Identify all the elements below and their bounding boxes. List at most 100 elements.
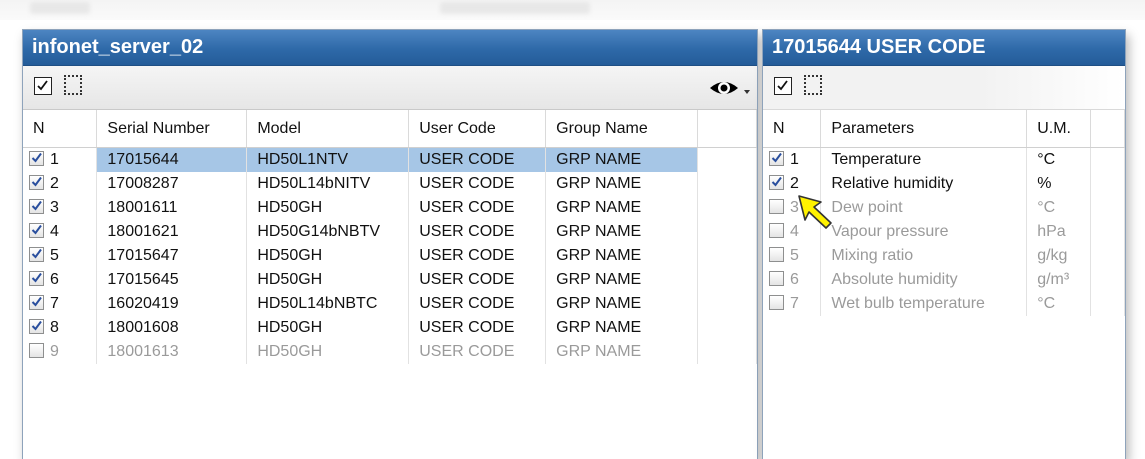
row-checkbox[interactable]: [769, 151, 784, 166]
column-header[interactable]: Serial Number: [96, 110, 248, 148]
unit-cell: %: [1026, 172, 1092, 196]
row-number: 6: [50, 271, 59, 288]
unit-cell-text: %: [1037, 175, 1052, 192]
column-header[interactable]: Group Name: [545, 110, 699, 148]
table-row[interactable]: 6 17015645 HD50GH USER CODE GRP NAME: [23, 268, 757, 292]
row-number: 2: [790, 175, 799, 192]
group-name-cell: GRP NAME: [545, 196, 699, 220]
row-number-cell: 5: [23, 244, 98, 268]
row-checkbox[interactable]: [29, 151, 44, 166]
parameter-cell-text: Absolute humidity: [831, 271, 958, 288]
unit-cell-text: °C: [1037, 295, 1056, 312]
row-number: 6: [790, 271, 799, 288]
group-name-cell-text: GRP NAME: [556, 175, 642, 192]
filler-cell: [1090, 268, 1125, 292]
row-checkbox[interactable]: [769, 295, 784, 310]
row-checkbox[interactable]: [29, 343, 44, 358]
table-row[interactable]: 4 18001621 HD50G14bNBTV USER CODE GRP NAME: [23, 220, 757, 244]
background-strip: [0, 0, 1145, 20]
model-cell-text: HD50L14bNITV: [257, 175, 371, 192]
unit-cell: g/m³: [1026, 268, 1092, 292]
checkbox-select-all-icon[interactable]: [34, 77, 52, 95]
row-number-cell: 7: [763, 292, 822, 316]
row-number-cell: 6: [763, 268, 822, 292]
user-code-cell-text: USER CODE: [419, 247, 515, 264]
model-cell-text: HD50GH: [257, 247, 323, 264]
model-cell: HD50L14bNITV: [246, 172, 410, 196]
table-row[interactable]: 7 Wet bulb temperature °C: [763, 292, 1125, 316]
row-checkbox[interactable]: [29, 175, 44, 190]
server-panel: infonet_server_02 N Serial Number Model …: [22, 29, 758, 459]
column-header[interactable]: U.M.: [1026, 110, 1092, 148]
row-number-cell: 3: [23, 196, 98, 220]
checkbox-select-all-icon[interactable]: [774, 77, 792, 95]
column-header[interactable]: User Code: [408, 110, 547, 148]
pointer-cursor-icon: [798, 195, 832, 229]
table-row[interactable]: 8 18001608 HD50GH USER CODE GRP NAME: [23, 316, 757, 340]
checkmark-icon: [31, 248, 42, 259]
server-panel-title: infonet_server_02: [23, 30, 757, 66]
row-number-cell: 1: [763, 147, 822, 172]
select-none-icon[interactable]: [64, 75, 82, 95]
filler-cell: [697, 147, 757, 172]
table-row[interactable]: 5 17015647 HD50GH USER CODE GRP NAME: [23, 244, 757, 268]
serial-number-cell: 16020419: [96, 292, 248, 316]
column-header[interactable]: N: [23, 110, 98, 148]
unit-cell: g/kg: [1026, 244, 1092, 268]
parameter-cell: Mixing ratio: [820, 244, 1028, 268]
table-row[interactable]: 7 16020419 HD50L14bNBTC USER CODE GRP NAME: [23, 292, 757, 316]
row-number: 1: [790, 151, 799, 168]
column-header-filler: [1090, 110, 1125, 148]
row-checkbox[interactable]: [29, 271, 44, 286]
blurred-text: [440, 2, 590, 14]
group-name-cell: GRP NAME: [545, 147, 699, 172]
checkmark-icon: [31, 176, 42, 187]
serial-number-cell-text: 17015645: [107, 271, 179, 288]
row-checkbox[interactable]: [29, 199, 44, 214]
table-row[interactable]: 9 18001613 HD50GH USER CODE GRP NAME: [23, 340, 757, 364]
row-number: 7: [50, 295, 59, 312]
parameter-cell: Temperature: [820, 147, 1028, 172]
serial-number-cell-text: 17015644: [107, 151, 179, 168]
device-table: N Serial Number Model User Code Group Na…: [23, 110, 757, 364]
row-checkbox[interactable]: [29, 247, 44, 262]
user-code-cell: USER CODE: [408, 244, 547, 268]
view-options-button[interactable]: [708, 77, 752, 99]
column-header[interactable]: N: [763, 110, 822, 148]
table-header-row: N Parameters U.M.: [763, 110, 1125, 148]
table-row[interactable]: 5 Mixing ratio g/kg: [763, 244, 1125, 268]
table-row[interactable]: 2 17008287 HD50L14bNITV USER CODE GRP NAME: [23, 172, 757, 196]
row-checkbox[interactable]: [769, 199, 784, 214]
model-cell: HD50G14bNBTV: [246, 220, 410, 244]
row-checkbox[interactable]: [29, 295, 44, 310]
row-checkbox[interactable]: [769, 271, 784, 286]
column-header[interactable]: Parameters: [820, 110, 1028, 148]
row-checkbox[interactable]: [769, 223, 784, 238]
serial-number-cell: 17008287: [96, 172, 248, 196]
table-row[interactable]: 1 17015644 HD50L1NTV USER CODE GRP NAME: [23, 147, 757, 172]
row-checkbox[interactable]: [29, 319, 44, 334]
group-name-cell-text: GRP NAME: [556, 295, 642, 312]
user-code-cell: USER CODE: [408, 340, 547, 364]
checkmark-icon: [31, 200, 42, 211]
model-cell-text: HD50GH: [257, 343, 323, 360]
select-none-icon[interactable]: [804, 75, 822, 95]
row-checkbox[interactable]: [769, 175, 784, 190]
table-row[interactable]: 6 Absolute humidity g/m³: [763, 268, 1125, 292]
row-checkbox[interactable]: [29, 223, 44, 238]
row-number-cell: 5: [763, 244, 822, 268]
row-number-cell: 7: [23, 292, 98, 316]
checkmark-icon: [31, 152, 42, 163]
row-number: 5: [50, 247, 59, 264]
row-number: 3: [50, 199, 59, 216]
parameter-cell-text: Relative humidity: [831, 175, 954, 192]
table-row[interactable]: 3 18001611 HD50GH USER CODE GRP NAME: [23, 196, 757, 220]
column-header[interactable]: Model: [246, 110, 410, 148]
filler-cell: [697, 292, 757, 316]
column-header-filler: [697, 110, 757, 148]
model-cell: HD50GH: [246, 244, 410, 268]
user-code-cell: USER CODE: [408, 316, 547, 340]
serial-number-cell: 17015647: [96, 244, 248, 268]
table-row[interactable]: 1 Temperature °C: [763, 147, 1125, 172]
row-checkbox[interactable]: [769, 247, 784, 262]
